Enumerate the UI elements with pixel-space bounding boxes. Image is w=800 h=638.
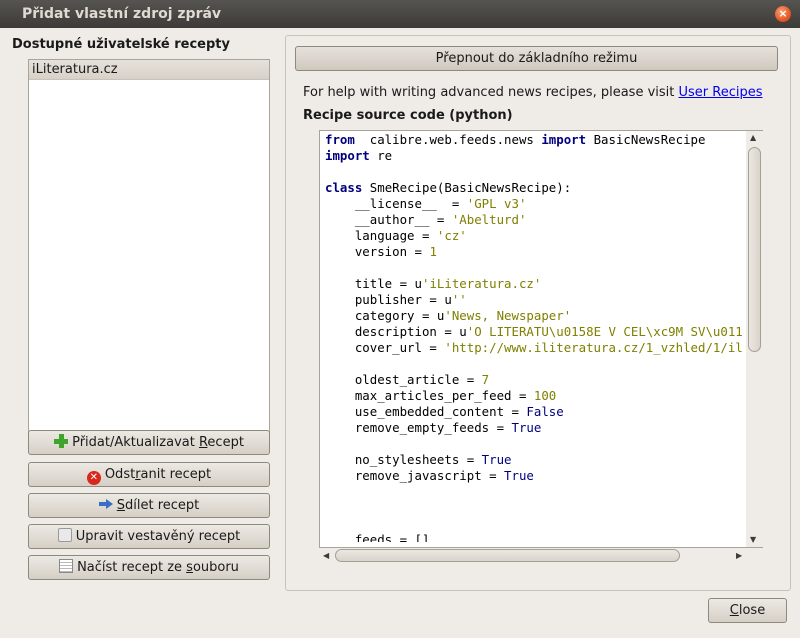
vertical-scroll-thumb[interactable] [748, 147, 761, 352]
code-line: description = u'O LITERATU\u0158E V CEL\… [325, 324, 743, 339]
code-line: __author__ = 'Abelturd' [325, 212, 527, 227]
code-line: feeds = [] [325, 532, 430, 542]
close-button[interactable]: Close [708, 598, 787, 623]
switch-to-basic-mode-button[interactable]: Přepnout do základního režimu [295, 46, 778, 71]
code-line: max_articles_per_feed = 100 [325, 388, 557, 403]
code-line: oldest_article = 7 [325, 372, 490, 387]
recipe-list-item[interactable]: iLiteratura.cz [29, 60, 269, 80]
horizontal-scrollbar[interactable]: ◀ ▶ [319, 548, 763, 564]
code-line: language = 'cz' [325, 228, 467, 243]
scroll-down-arrow-icon[interactable]: ▼ [750, 535, 756, 544]
code-line: cover_url = 'http://www.iliteratura.cz/1… [325, 340, 743, 355]
edit-builtin-recipe-button[interactable]: Upravit vestavěný recept [28, 524, 270, 549]
window-title: Přidat vlastní zdroj zpráv [22, 6, 222, 22]
horizontal-scroll-thumb[interactable] [335, 549, 680, 562]
code-line: version = 1 [325, 244, 437, 259]
window-titlebar: Přidat vlastní zdroj zpráv × [0, 0, 800, 28]
add-update-recipe-button[interactable]: Přidat/Aktualizavat Recept [28, 430, 270, 455]
code-line: title = u'iLiteratura.cz' [325, 276, 542, 291]
remove-icon: ✕ [86, 471, 101, 485]
remove-recipe-button[interactable]: ✕ Odstranit recept [28, 462, 270, 487]
code-text[interactable]: from calibre.web.feeds.news import Basic… [325, 132, 745, 542]
source-code-label: Recipe source code (python) [303, 108, 513, 123]
recipe-source-editor[interactable]: from calibre.web.feeds.news import Basic… [319, 130, 763, 548]
vertical-scrollbar[interactable]: ▲ ▼ [746, 131, 763, 547]
code-line: __license__ = 'GPL v3' [325, 196, 527, 211]
code-line: from calibre.web.feeds.news import Basic… [325, 132, 706, 147]
scroll-left-arrow-icon[interactable]: ◀ [323, 551, 329, 560]
share-recipe-button[interactable]: Sdílet recept [28, 493, 270, 518]
code-line: remove_javascript = True [325, 468, 534, 483]
code-line: class SmeRecipe(BasicNewsRecipe): [325, 180, 572, 195]
code-line: use_embedded_content = False [325, 404, 564, 419]
window-close-button[interactable]: × [775, 6, 791, 22]
help-text: For help with writing advanced news reci… [303, 85, 763, 100]
edit-icon [57, 528, 72, 542]
code-line: import re [325, 148, 393, 163]
scroll-up-arrow-icon[interactable]: ▲ [750, 133, 756, 142]
user-recipes-link[interactable]: User Recipes [679, 85, 763, 100]
file-icon [59, 559, 74, 573]
code-line: category = u'News, Newspaper' [325, 308, 572, 323]
recipe-list[interactable]: iLiteratura.cz [28, 59, 270, 452]
recipes-heading: Dostupné uživatelské recepty [12, 37, 230, 52]
plus-icon [54, 434, 69, 448]
load-recipe-from-file-button[interactable]: Načíst recept ze souboru [28, 555, 270, 580]
code-line: remove_empty_feeds = True [325, 420, 542, 435]
code-line: no_stylesheets = True [325, 452, 512, 467]
share-arrow-icon [98, 499, 113, 509]
code-line: publisher = u'' [325, 292, 467, 307]
scroll-right-arrow-icon[interactable]: ▶ [736, 551, 742, 560]
